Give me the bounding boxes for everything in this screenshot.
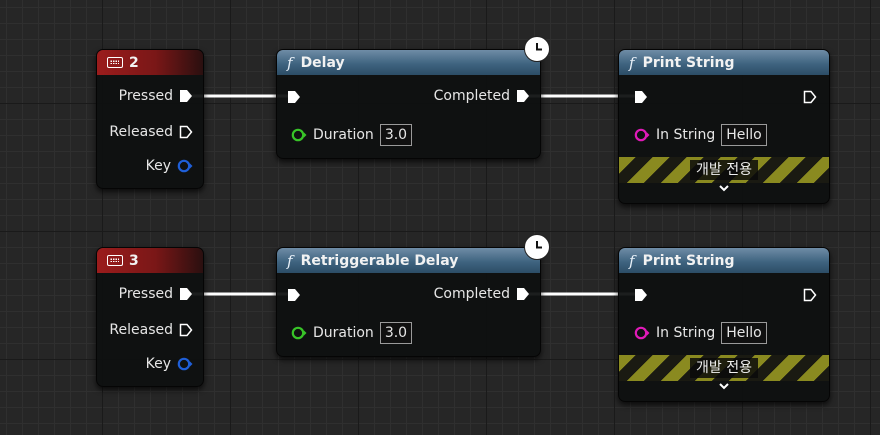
function-icon: f (629, 251, 635, 270)
exec-in-pin[interactable] (287, 90, 301, 104)
print-string-node-title: Print String (642, 252, 735, 269)
function-icon: f (287, 53, 293, 72)
exec-out-icon[interactable] (516, 287, 530, 301)
input-key-node-header: 3 (97, 248, 203, 273)
delay-node-header: f Delay (277, 50, 540, 75)
string-pin-icon[interactable] (634, 128, 650, 142)
exec-out-icon[interactable] (516, 89, 530, 103)
completed-pin-label: Completed (433, 286, 510, 302)
print-string-node-title: Print String (642, 54, 735, 71)
key-pin[interactable]: Key (146, 158, 193, 174)
clock-icon (524, 234, 550, 260)
duration-value-field[interactable]: 3.0 (379, 322, 413, 344)
struct-pin-icon[interactable] (177, 159, 193, 173)
released-pin-label: Released (109, 124, 173, 140)
pressed-pin-label: Pressed (118, 286, 173, 302)
completed-pin[interactable]: Completed (434, 286, 530, 302)
exec-in-icon[interactable] (634, 90, 648, 104)
key-pin-label: Key (145, 158, 171, 174)
exec-out-icon[interactable] (803, 288, 817, 302)
released-pin[interactable]: Released (109, 124, 193, 140)
exec-out-icon[interactable] (803, 90, 817, 104)
duration-pin-label: Duration (313, 127, 374, 143)
released-pin-label: Released (109, 322, 173, 338)
pressed-pin-label: Pressed (118, 88, 173, 104)
pressed-pin[interactable]: Pressed (119, 286, 193, 302)
input-key-label: 2 (129, 54, 139, 71)
in-string-pin-label: In String (656, 325, 716, 341)
key-pin[interactable]: Key (146, 356, 193, 372)
print-string-node-header: f Print String (619, 248, 829, 273)
development-only-banner: 개발 전용 (619, 157, 829, 183)
released-pin[interactable]: Released (109, 322, 193, 338)
exec-in-pin[interactable] (634, 288, 648, 302)
print-string-node[interactable]: f Print String In String Hello 개발 전용 (618, 49, 830, 204)
completed-pin[interactable]: Completed (434, 88, 530, 104)
float-pin-icon[interactable] (291, 326, 307, 340)
input-key-node-3[interactable]: 3 Pressed Released Key (96, 247, 204, 387)
print-string-node[interactable]: f Print String In String Hello 개발 전용 (618, 247, 830, 402)
clock-hands (536, 43, 542, 51)
exec-in-pin[interactable] (287, 288, 301, 302)
development-only-banner: 개발 전용 (619, 355, 829, 381)
clock-hands (536, 241, 542, 249)
duration-pin-label: Duration (313, 325, 374, 341)
exec-out-icon[interactable] (179, 287, 193, 301)
completed-pin-label: Completed (433, 88, 510, 104)
retriggerable-delay-node-title: Retriggerable Delay (300, 252, 459, 269)
keyboard-icon (107, 255, 123, 266)
in-string-value-field[interactable]: Hello (721, 322, 767, 344)
in-string-pin[interactable]: In String Hello (634, 124, 767, 146)
in-string-pin[interactable]: In String Hello (634, 322, 767, 344)
exec-out-icon[interactable] (179, 323, 193, 337)
function-icon: f (287, 251, 293, 270)
exec-in-icon[interactable] (287, 90, 301, 104)
input-key-label: 3 (129, 252, 139, 269)
duration-pin[interactable]: Duration 3.0 (291, 124, 413, 146)
exec-in-pin[interactable] (634, 90, 648, 104)
float-pin-icon[interactable] (291, 128, 307, 142)
retriggerable-delay-node[interactable]: f Retriggerable Delay Completed Duration… (276, 247, 541, 357)
exec-out-pin[interactable] (803, 90, 817, 104)
exec-out-pin[interactable] (803, 288, 817, 302)
exec-in-icon[interactable] (634, 288, 648, 302)
chevron-down-icon[interactable] (718, 183, 730, 193)
input-key-node-2[interactable]: 2 Pressed Released Key (96, 49, 204, 189)
development-only-label: 개발 전용 (690, 160, 758, 180)
pressed-pin[interactable]: Pressed (119, 88, 193, 104)
delay-node-title: Delay (300, 54, 345, 71)
exec-in-icon[interactable] (287, 288, 301, 302)
retriggerable-delay-node-header: f Retriggerable Delay (277, 248, 540, 273)
chevron-down-icon[interactable] (718, 381, 730, 391)
keyboard-icon (107, 57, 123, 68)
expand-chevron-icon[interactable] (619, 182, 829, 196)
development-only-label: 개발 전용 (690, 358, 758, 378)
delay-node[interactable]: f Delay Completed Duration 3.0 (276, 49, 541, 159)
input-key-node-header: 2 (97, 50, 203, 75)
exec-out-icon[interactable] (179, 125, 193, 139)
expand-chevron-icon[interactable] (619, 380, 829, 394)
string-pin-icon[interactable] (634, 326, 650, 340)
duration-pin[interactable]: Duration 3.0 (291, 322, 413, 344)
in-string-value-field[interactable]: Hello (721, 124, 767, 146)
exec-out-icon[interactable] (179, 89, 193, 103)
print-string-node-header: f Print String (619, 50, 829, 75)
clock-icon (524, 36, 550, 62)
duration-value-field[interactable]: 3.0 (379, 124, 413, 146)
function-icon: f (629, 53, 635, 72)
in-string-pin-label: In String (656, 127, 716, 143)
struct-pin-icon[interactable] (177, 357, 193, 371)
key-pin-label: Key (145, 356, 171, 372)
